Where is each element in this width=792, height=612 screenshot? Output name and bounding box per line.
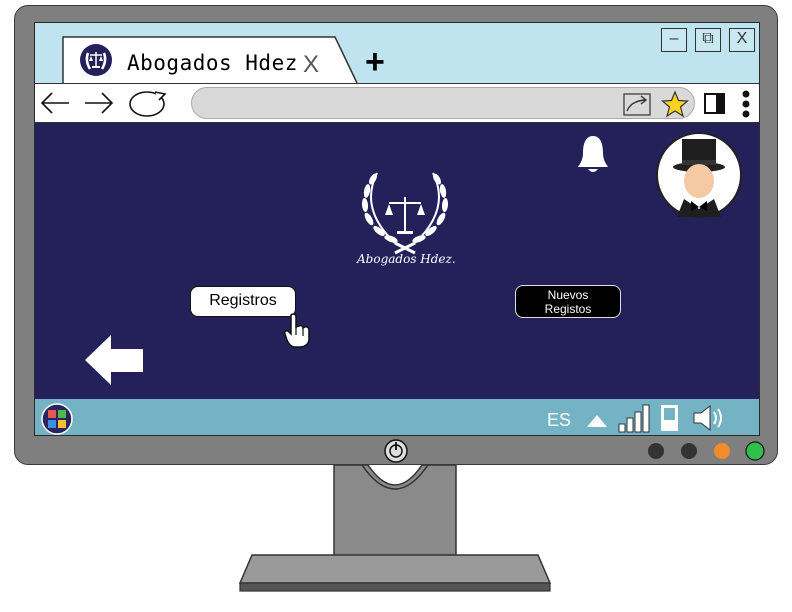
legal-scales-logo-icon — [361, 172, 449, 255]
power-icon[interactable] — [383, 438, 409, 464]
battery-icon[interactable] — [659, 403, 681, 433]
new-tab-button[interactable]: + — [365, 45, 385, 79]
start-menu-icon[interactable] — [41, 403, 73, 435]
nuevos-registros-button[interactable]: Nuevos Registos — [515, 285, 621, 318]
address-bar[interactable] — [191, 87, 695, 119]
screen: Abogados Hdez X + – ⧉ X Abogados Hdez. R… — [34, 22, 760, 436]
back-arrow-icon[interactable] — [39, 90, 71, 116]
close-window-button[interactable]: X — [729, 28, 755, 52]
user-avatar-icon[interactable] — [655, 131, 743, 219]
share-icon[interactable] — [623, 91, 653, 117]
language-indicator[interactable]: ES — [547, 410, 571, 431]
tab-close-button[interactable]: X — [303, 51, 319, 79]
speaker-icon[interactable] — [691, 403, 729, 433]
monitor-stand — [238, 465, 552, 592]
up-arrow-icon[interactable] — [585, 413, 609, 429]
tab-favicon-icon — [79, 43, 113, 77]
refresh-icon[interactable] — [125, 88, 173, 118]
indicator-lights — [648, 441, 765, 461]
sidebar-icon[interactable] — [703, 92, 727, 116]
more-menu-icon[interactable] — [739, 89, 753, 119]
nuevos-line-2: Registos — [544, 302, 592, 316]
tab-title[interactable]: Abogados Hdez — [127, 51, 298, 75]
bell-icon[interactable] — [575, 133, 611, 177]
hand-pointer-icon — [284, 313, 310, 348]
signal-icon[interactable] — [617, 403, 655, 433]
browser-navbar — [35, 83, 759, 123]
restore-button[interactable]: ⧉ — [695, 28, 721, 52]
big-back-arrow-icon[interactable] — [85, 335, 147, 385]
minimize-button[interactable]: – — [661, 28, 687, 52]
star-icon[interactable] — [661, 90, 689, 118]
forward-arrow-icon[interactable] — [83, 90, 115, 116]
registros-button[interactable]: Registros — [190, 286, 296, 317]
logo-text: Abogados Hdez. — [357, 252, 456, 266]
nuevos-line-1: Nuevos — [547, 288, 589, 302]
